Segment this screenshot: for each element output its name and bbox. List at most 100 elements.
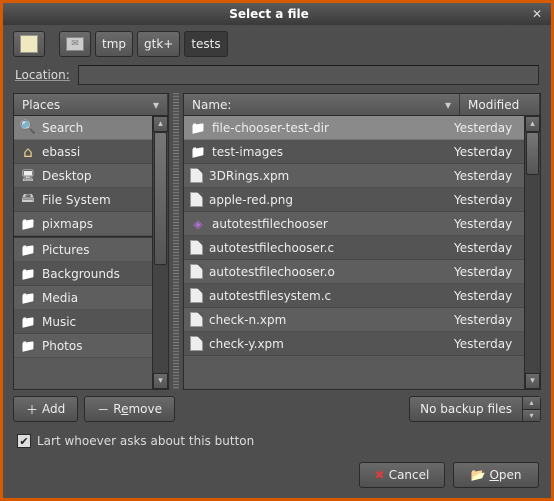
files-scrollbar[interactable]: ▴ ▾ [524, 116, 540, 389]
file-chooser-dialog: Select a file ✕ ✉ tmp gtk+ tests Locatio… [0, 0, 554, 501]
scroll-up-icon[interactable]: ▴ [153, 116, 168, 132]
file-row[interactable]: check-n.xpm Yesterday [184, 308, 540, 332]
file-icon [190, 240, 203, 255]
places-item-label: Search [42, 121, 83, 135]
scroll-up-icon[interactable]: ▴ [525, 116, 540, 132]
file-modified: Yesterday [454, 289, 522, 303]
folder-icon [20, 290, 36, 306]
file-modified: Yesterday [454, 217, 522, 231]
file-modified: Yesterday [454, 265, 522, 279]
folder-icon [20, 242, 36, 258]
places-item[interactable]: ebassi [14, 140, 168, 164]
bookmark-item[interactable]: Music [14, 310, 168, 334]
places-item[interactable]: Desktop [14, 164, 168, 188]
file-icon [190, 336, 203, 351]
bookmark-item[interactable]: Media [14, 286, 168, 310]
file-modified: Yesterday [454, 337, 522, 351]
file-row[interactable]: autotestfilesystem.c Yesterday [184, 284, 540, 308]
folder-icon [190, 120, 206, 136]
cancel-button[interactable]: ✖Cancel [359, 462, 445, 488]
plus-icon: ＋ [26, 401, 38, 418]
remove-button[interactable]: －Remove [84, 396, 175, 422]
places-item[interactable]: Search [14, 116, 168, 140]
places-item-label: Desktop [42, 169, 92, 183]
file-icon [190, 192, 203, 207]
scroll-thumb[interactable] [526, 132, 539, 175]
file-row[interactable]: autotestfilechooser Yesterday [184, 212, 540, 236]
file-modified: Yesterday [454, 145, 522, 159]
breadcrumb-tmp[interactable]: tmp [95, 31, 133, 57]
breadcrumb-gtk[interactable]: gtk+ [137, 31, 180, 57]
file-name: check-y.xpm [209, 337, 284, 351]
bookmark-item-label: Music [42, 315, 76, 329]
scroll-down-icon[interactable]: ▾ [525, 373, 540, 389]
file-row[interactable]: autotestfilechooser.o Yesterday [184, 260, 540, 284]
file-modified: Yesterday [454, 193, 522, 207]
file-modified: Yesterday [454, 121, 522, 135]
places-panel: Places▾ Search ebassi Desktop File System pi… [13, 93, 169, 390]
location-input[interactable] [78, 65, 539, 85]
breadcrumb-tests[interactable]: tests [184, 31, 227, 57]
file-row[interactable]: check-y.xpm Yesterday [184, 332, 540, 356]
file-name: autotestfilechooser [212, 217, 328, 231]
file-name: apple-red.png [209, 193, 293, 207]
bookmark-item[interactable]: Photos [14, 334, 168, 358]
open-button[interactable]: Open [453, 462, 539, 488]
folder-icon [20, 338, 36, 354]
add-button[interactable]: ＋Add [13, 396, 78, 422]
scroll-thumb[interactable] [154, 132, 167, 265]
edit-path-button[interactable] [13, 31, 45, 57]
bookmark-item[interactable]: Backgrounds [14, 262, 168, 286]
location-label: Location: [15, 68, 70, 82]
file-row[interactable]: 3DRings.xpmYesterday [184, 164, 540, 188]
file-name: autotestfilechooser.c [209, 241, 334, 255]
diamond-icon [190, 216, 206, 232]
places-item[interactable]: File System [14, 188, 168, 212]
file-modified: Yesterday [454, 241, 522, 255]
file-row[interactable]: test-images Yesterday [184, 140, 540, 164]
file-modified: Yesterday [454, 169, 522, 183]
lart-checkbox[interactable]: ✔ [17, 434, 31, 448]
titlebar: Select a file ✕ [3, 3, 551, 25]
search-icon [20, 120, 36, 136]
places-item-label: ebassi [42, 145, 80, 159]
folder-icon [20, 266, 36, 282]
file-icon [190, 264, 203, 279]
file-row[interactable]: apple-red.png Yesterday [184, 188, 540, 212]
scroll-down-icon[interactable]: ▾ [153, 373, 168, 389]
lart-checkbox-label[interactable]: Lart whoever asks about this button [37, 434, 254, 448]
location-row: Location: [3, 63, 551, 93]
file-icon [190, 288, 203, 303]
file-name: autotestfilechooser.o [209, 265, 335, 279]
document-icon [20, 35, 38, 53]
places-scrollbar[interactable]: ▴ ▾ [152, 116, 168, 389]
folder-icon [20, 314, 36, 330]
bookmark-item-label: Pictures [42, 243, 90, 257]
pane-resize-handle[interactable] [173, 93, 179, 390]
column-modified[interactable]: Modified [460, 94, 540, 115]
file-name: file-chooser-test-dir [212, 121, 329, 135]
file-row[interactable]: autotestfilechooser.c Yesterday [184, 236, 540, 260]
bookmark-item-label: Media [42, 291, 78, 305]
column-name[interactable]: Name:▾ [184, 94, 460, 115]
file-name: test-images [212, 145, 283, 159]
home-icon [20, 144, 36, 160]
folder-icon [20, 216, 36, 232]
places-item[interactable]: pixmaps [14, 212, 168, 236]
cancel-icon: ✖ [375, 468, 385, 482]
bookmark-item[interactable]: Pictures [14, 238, 168, 262]
folder-icon [190, 144, 206, 160]
file-icon [190, 312, 203, 327]
desktop-icon [20, 168, 36, 184]
filter-select[interactable]: No backup files ▴▾ [409, 396, 541, 422]
file-modified: Yesterday [454, 313, 522, 327]
file-name: autotestfilesystem.c [209, 289, 331, 303]
path-up-button[interactable]: ✉ [59, 31, 91, 57]
places-header[interactable]: Places▾ [14, 94, 168, 115]
chevron-up-icon: ▴ [523, 397, 540, 410]
file-row[interactable]: file-chooser-test-dir Yesterday [184, 116, 540, 140]
bookmark-item-label: Backgrounds [42, 267, 120, 281]
file-name: check-n.xpm [209, 313, 286, 327]
places-item-label: File System [42, 193, 111, 207]
close-icon[interactable]: ✕ [529, 6, 545, 22]
